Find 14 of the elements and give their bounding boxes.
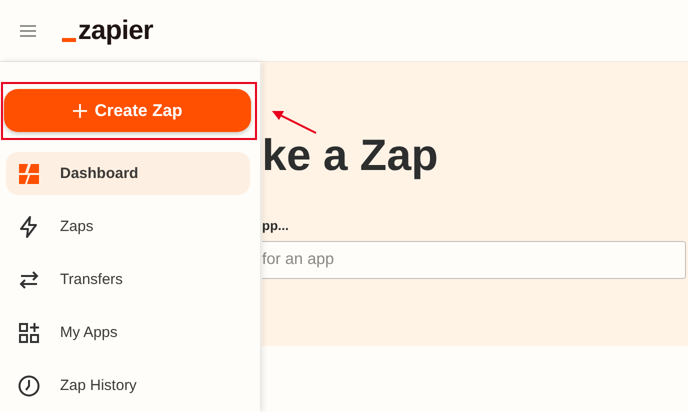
sidebar-item[interactable]: Zaps xyxy=(6,205,250,248)
sidebar-item[interactable]: My Apps xyxy=(6,311,250,354)
apps-icon xyxy=(17,320,41,344)
sidebar-item[interactable]: Transfers xyxy=(6,258,250,301)
search-field[interactable]: for an app xyxy=(262,241,686,279)
sidebar-item[interactable]: Dashboard xyxy=(6,152,250,195)
plus-icon xyxy=(72,104,87,118)
dashboard-icon xyxy=(17,162,41,186)
clock-icon xyxy=(17,374,41,398)
hero-heading: ke a Zap xyxy=(262,130,438,182)
search-label: pp... xyxy=(262,218,289,233)
menu-icon[interactable] xyxy=(20,24,36,36)
logo[interactable]: zapier xyxy=(62,15,154,46)
sidebar-item[interactable]: Zap History xyxy=(6,364,250,407)
